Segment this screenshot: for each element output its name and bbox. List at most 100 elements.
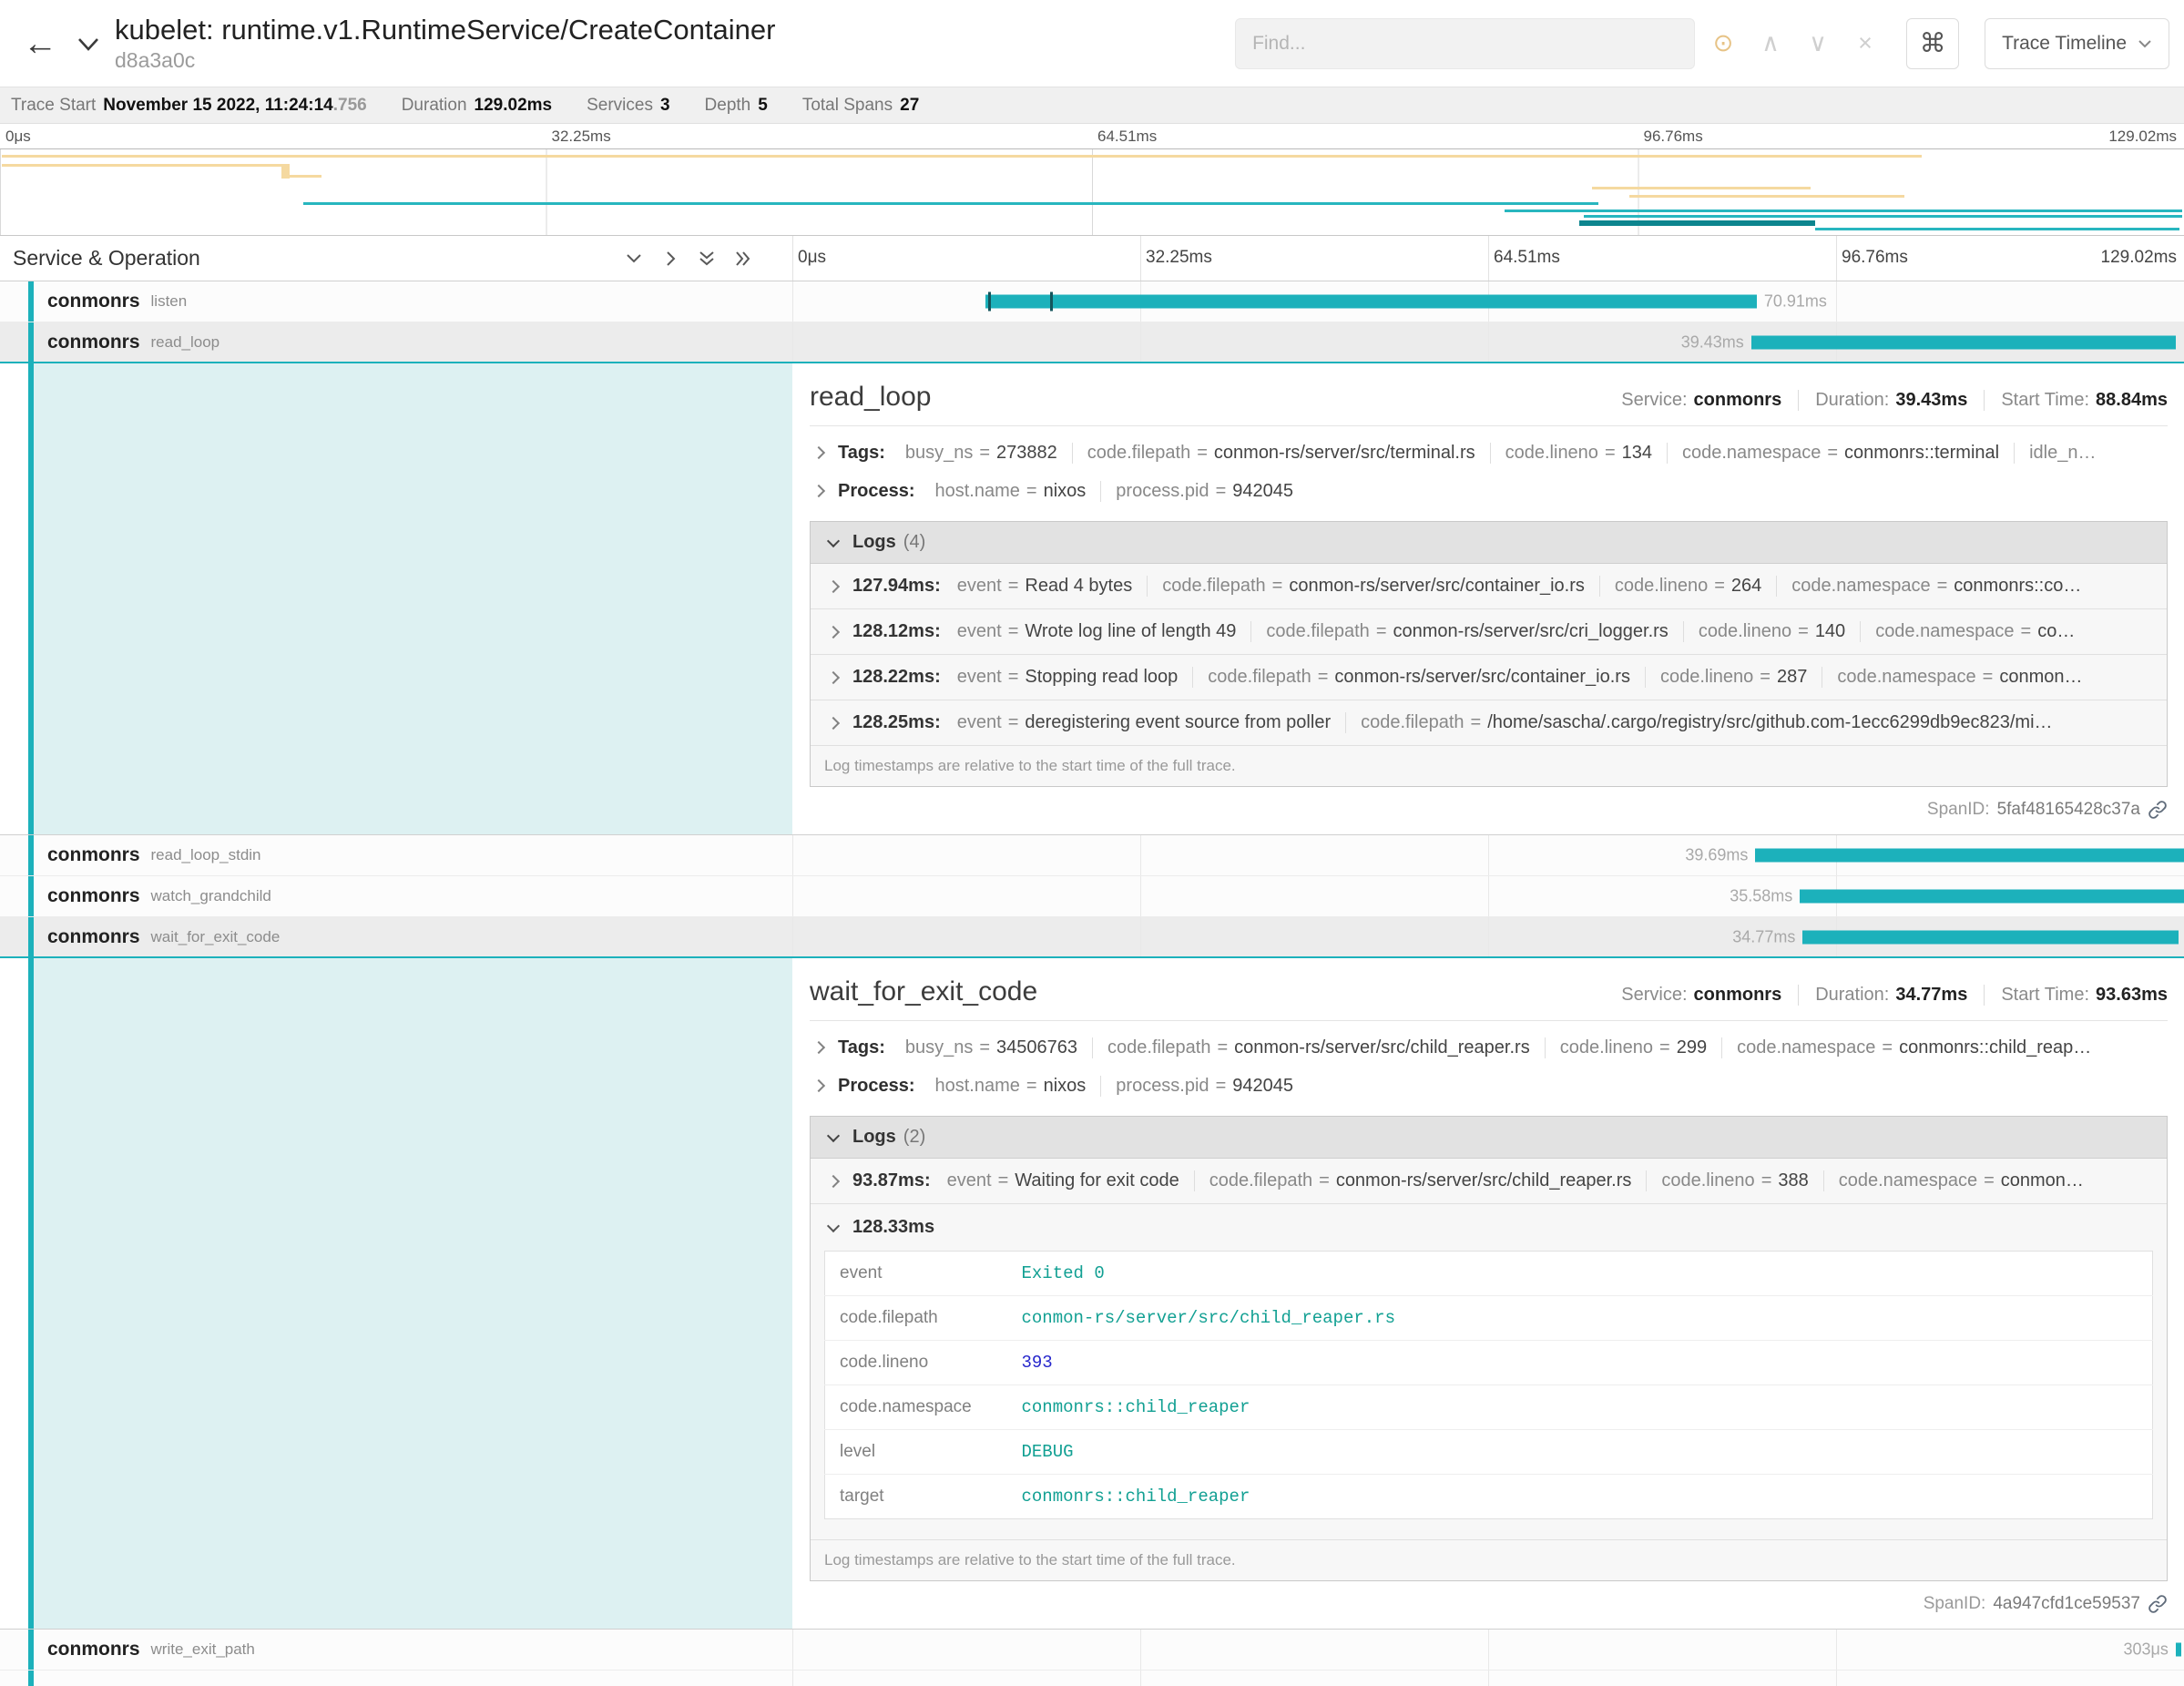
meta-value: conmonrs (1694, 390, 1782, 410)
span-duration-bar[interactable] (1800, 890, 2184, 904)
attribute: code.namespace=conmonrs::co… (1776, 576, 2081, 597)
span-row-timeline[interactable]: 303μs (792, 1630, 2184, 1670)
process-row-label: Process: (838, 1076, 915, 1097)
span-row[interactable]: conmonrslisten 70.91ms (0, 281, 2184, 322)
trace-header-collapse-toggle[interactable] (77, 34, 100, 54)
span-row-timeline[interactable]: 35.58ms (792, 876, 2184, 916)
span-duration-bar[interactable] (985, 295, 1757, 309)
attribute-equals: = (1216, 481, 1227, 501)
span-row[interactable]: conmonrsread_loop_stdin39.69ms (0, 835, 2184, 876)
log-entry[interactable]: 128.12ms:event=Wrote log line of length … (811, 609, 2167, 655)
log-entry-header[interactable]: 128.33ms (824, 1217, 2153, 1238)
span-duration-bar[interactable] (1802, 930, 2179, 944)
span-detail-row: wait_for_exit_codeService:conmonrsDurati… (0, 958, 2184, 1630)
attribute: busy_ns=34506763 (905, 1037, 1077, 1058)
summary-value: 3 (660, 96, 670, 115)
span-row-name-column[interactable]: conmonrsread_loop_stdin (0, 835, 792, 875)
attribute-key: process.pid (1116, 1076, 1209, 1096)
meta-label: Duration: (1815, 390, 1889, 410)
span-color-bar (28, 1630, 34, 1670)
chevron-right-icon (827, 716, 840, 729)
log-timestamp: 128.25ms: (852, 712, 941, 733)
span-row-timeline[interactable] (792, 1671, 2184, 1686)
minimap-span-segment (1579, 220, 1815, 226)
meta-label: Service: (1621, 390, 1687, 410)
trace-id: d8a3a0c (115, 48, 775, 73)
header-toolbar: ⊙ ∧ ∨ × ⌘ Trace Timeline (1235, 18, 2169, 69)
log-timestamp: 93.87ms: (852, 1170, 931, 1191)
attribute: code.lineno=287 (1645, 667, 1807, 688)
span-id-row: SpanID:4a947cfd1ce59537 (810, 1594, 2168, 1614)
span-row-timeline[interactable]: 34.77ms (792, 917, 2184, 956)
back-button[interactable]: ← (16, 26, 64, 61)
expand-all-button[interactable] (732, 248, 754, 270)
collapse-controls (623, 248, 754, 270)
span-row[interactable] (0, 1671, 2184, 1686)
clear-search-icon[interactable]: × (1846, 29, 1884, 57)
tags-row[interactable]: Tags:busy_ns=273882code.filepath=conmon-… (810, 434, 2168, 472)
trace-minimap[interactable]: 0μs32.25ms64.51ms96.76ms129.02ms (0, 124, 2184, 236)
attribute-key: code.lineno (1660, 667, 1753, 687)
logs-header[interactable]: Logs(4) (811, 522, 2167, 564)
attribute-equals: = (1197, 443, 1208, 463)
process-row-list: host.name=nixosprocess.pid=942045 (935, 1076, 2169, 1097)
summary-label: Total Spans (802, 96, 893, 115)
trace-view-selector[interactable]: Trace Timeline (1985, 18, 2169, 69)
timeline-tick-label: 32.25ms (1146, 248, 1212, 268)
attribute-value: 34506763 (996, 1037, 1077, 1058)
copy-link-button[interactable] (2148, 1594, 2168, 1614)
next-match-icon[interactable]: ∨ (1799, 29, 1837, 57)
keyboard-shortcuts-button[interactable]: ⌘ (1906, 18, 1959, 69)
span-duration-bar[interactable] (1755, 849, 2184, 863)
span-detail-meta: Service:conmonrsDuration:39.43msStart Ti… (1621, 390, 2168, 411)
chevron-down-icon (77, 34, 100, 54)
attribute-key: event (957, 712, 1002, 732)
prev-match-icon[interactable]: ∧ (1751, 29, 1790, 57)
log-entry[interactable]: 127.94ms:event=Read 4 bytescode.filepath… (811, 564, 2167, 609)
attribute-value: conmon-rs/server/src/container_io.rs (1334, 667, 1630, 687)
span-id-value: 4a947cfd1ce59537 (1993, 1594, 2140, 1614)
copy-link-button[interactable] (2148, 800, 2168, 820)
span-row-name-column[interactable]: conmonrswait_for_exit_code (0, 917, 792, 956)
attribute: code.lineno=264 (1599, 576, 1761, 597)
span-row-name-column[interactable]: conmonrslisten (0, 281, 792, 322)
tags-row-label: Tags: (838, 1037, 885, 1058)
span-row-name-column[interactable] (0, 1671, 792, 1686)
span-row-name-column[interactable]: conmonrsread_loop (0, 322, 792, 362)
tags-row[interactable]: Tags:busy_ns=34506763code.filepath=conmo… (810, 1028, 2168, 1067)
summary-value: November 15 2022, 11:24:14.756 (103, 96, 366, 115)
expand-one-button[interactable] (659, 248, 681, 270)
process-row[interactable]: Process: host.name=nixosprocess.pid=94204… (810, 1067, 2168, 1105)
span-row[interactable]: conmonrswait_for_exit_code34.77ms (0, 917, 2184, 958)
attribute-value: 942045 (1232, 1076, 1293, 1096)
minimap-canvas[interactable] (0, 148, 2184, 235)
log-entry[interactable]: 128.22ms:event=Stopping read loopcode.fi… (811, 655, 2167, 700)
span-row-timeline[interactable]: 39.69ms (792, 835, 2184, 875)
span-row-timeline[interactable]: 70.91ms (792, 281, 2184, 322)
span-row[interactable]: conmonrswrite_exit_path303μs (0, 1630, 2184, 1671)
span-row-timeline[interactable]: 39.43ms (792, 322, 2184, 362)
process-row[interactable]: Process:host.name=nixosprocess.pid=94204… (810, 472, 2168, 510)
collapse-one-button[interactable] (623, 248, 645, 270)
span-detail-panel: read_loopService:conmonrsDuration:39.43m… (792, 363, 2184, 834)
span-duration-bar[interactable] (2176, 1643, 2181, 1657)
span-row[interactable]: conmonrsread_loop39.43ms (0, 322, 2184, 363)
attribute: event=Waiting for exit code (947, 1170, 1179, 1191)
span-duration-bar[interactable] (1751, 335, 2176, 349)
attribute-value: co… (2037, 621, 2075, 641)
logs-header[interactable]: Logs(2) (811, 1117, 2167, 1159)
log-entry[interactable]: 128.25ms:event=deregistering event sourc… (811, 700, 2167, 746)
span-row-name-column[interactable]: conmonrswatch_grandchild (0, 876, 792, 916)
span-row[interactable]: conmonrswatch_grandchild35.58ms (0, 876, 2184, 917)
find-input[interactable] (1235, 18, 1695, 69)
attribute-equals: = (998, 1170, 1009, 1190)
attribute: busy_ns=273882 (905, 443, 1057, 464)
minimap-tick-labels: 0μs32.25ms64.51ms96.76ms129.02ms (0, 124, 2184, 148)
attribute-equals: = (1008, 576, 1019, 596)
span-row-name-column[interactable]: conmonrswrite_exit_path (0, 1630, 792, 1670)
log-field-value: Exited 0 (1007, 1252, 2153, 1296)
collapse-all-button[interactable] (696, 248, 718, 270)
log-entry[interactable]: 93.87ms:event=Waiting for exit codecode.… (811, 1159, 2167, 1204)
span-duration-label: 70.91ms (1764, 292, 1827, 312)
attribute-value: 140 (1815, 621, 1845, 641)
